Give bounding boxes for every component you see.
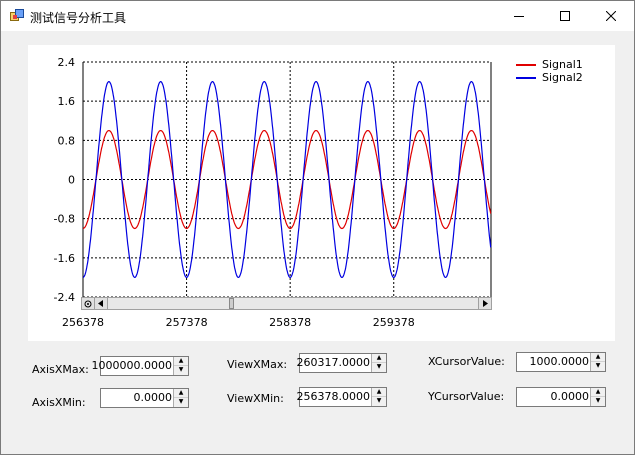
- spin-down-icon[interactable]: ▼: [372, 363, 386, 371]
- y-tick-label: 0.8: [58, 134, 76, 147]
- x-tick-label: 259378: [373, 316, 415, 329]
- y-cursor-value[interactable]: 0.0000: [551, 390, 590, 403]
- axis-xmax-value[interactable]: 1000000.0000: [92, 359, 172, 372]
- maximize-button[interactable]: [542, 1, 588, 31]
- scroll-right-button[interactable]: [478, 298, 491, 309]
- axis-xmin-input[interactable]: 0.0000 ▲ ▼: [100, 388, 189, 408]
- view-xmax-spinner[interactable]: ▲ ▼: [371, 354, 386, 372]
- y-tick-label: 2.4: [58, 56, 76, 69]
- legend-swatch-signal2: [516, 76, 536, 79]
- axis-xmin-label: AxisXMin:: [32, 396, 86, 409]
- y-tick-label: -1.6: [54, 252, 75, 265]
- spin-down-icon[interactable]: ▼: [174, 366, 188, 374]
- y-cursor-label: YCursorValue:: [428, 390, 505, 403]
- main-window: 测试信号分析工具 2.4 1.6 0.8 0 -0.8 -1.6 -2.4 256378 257…: [0, 0, 635, 455]
- scroll-left-button[interactable]: [95, 298, 108, 309]
- x-cursor-value[interactable]: 1000.0000: [530, 355, 590, 368]
- minimize-button[interactable]: [496, 1, 542, 31]
- close-button[interactable]: [588, 1, 634, 31]
- x-axis-scrollbar[interactable]: [81, 297, 492, 310]
- axis-xmax-spinner[interactable]: ▲ ▼: [173, 357, 188, 375]
- y-cursor-spinner[interactable]: ▲ ▼: [590, 388, 605, 406]
- x-tick-label: 258378: [269, 316, 311, 329]
- chart-panel[interactable]: 2.4 1.6 0.8 0 -0.8 -1.6 -2.4 256378 257378 258378…: [28, 45, 615, 341]
- axis-xmin-value[interactable]: 0.0000: [134, 391, 173, 404]
- minimize-icon: [514, 16, 524, 17]
- window-title: 测试信号分析工具: [30, 11, 127, 25]
- y-tick-label: -2.4: [54, 291, 75, 304]
- maximize-icon: [560, 11, 570, 21]
- spin-down-icon[interactable]: ▼: [591, 362, 605, 370]
- view-xmax-value[interactable]: 260317.0000: [297, 356, 370, 369]
- spin-up-icon[interactable]: ▲: [591, 388, 605, 397]
- x-tick-label: 257378: [166, 316, 208, 329]
- spin-down-icon[interactable]: ▼: [174, 398, 188, 406]
- axis-xmax-label: AxisXMax:: [32, 363, 89, 376]
- legend-swatch-signal1: [516, 63, 536, 66]
- y-cursor-input[interactable]: 0.0000 ▲ ▼: [516, 387, 606, 407]
- legend-label-signal2: Signal2: [542, 71, 583, 84]
- app-icon: [10, 9, 24, 21]
- axis-xmax-input[interactable]: 1000000.0000 ▲ ▼: [92, 356, 189, 376]
- spin-down-icon[interactable]: ▼: [372, 397, 386, 405]
- view-xmax-input[interactable]: 260317.0000 ▲ ▼: [297, 353, 387, 373]
- scroll-thumb[interactable]: [229, 298, 234, 309]
- x-tick-label: 256378: [62, 316, 104, 329]
- arrow-left-icon: [98, 300, 103, 307]
- x-cursor-spinner[interactable]: ▲ ▼: [590, 353, 605, 371]
- view-xmin-input[interactable]: 256378.0000 ▲ ▼: [297, 387, 387, 407]
- legend-label-signal1: Signal1: [542, 58, 583, 71]
- close-icon: [606, 11, 616, 21]
- x-cursor-input[interactable]: 1000.0000 ▲ ▼: [516, 352, 606, 372]
- view-xmin-spinner[interactable]: ▲ ▼: [371, 388, 386, 406]
- legend-item-signal1: Signal1: [516, 58, 583, 71]
- x-cursor-label: XCursorValue:: [428, 355, 505, 368]
- legend-item-signal2: Signal2: [516, 71, 583, 84]
- spin-up-icon[interactable]: ▲: [174, 389, 188, 398]
- zoom-reset-button[interactable]: [82, 298, 95, 309]
- view-xmin-label: ViewXMin:: [227, 392, 284, 405]
- spin-up-icon[interactable]: ▲: [174, 357, 188, 366]
- zoom-reset-icon: [84, 300, 92, 307]
- arrow-right-icon: [483, 300, 488, 307]
- spin-down-icon[interactable]: ▼: [591, 397, 605, 405]
- y-tick-label: -0.8: [54, 213, 75, 226]
- spin-up-icon[interactable]: ▲: [591, 353, 605, 362]
- title-bar[interactable]: 测试信号分析工具: [1, 1, 634, 31]
- axis-xmin-spinner[interactable]: ▲ ▼: [173, 389, 188, 407]
- view-xmax-label: ViewXMax:: [227, 358, 288, 371]
- y-tick-label: 0: [68, 174, 75, 187]
- view-xmin-value[interactable]: 256378.0000: [297, 390, 370, 403]
- chart-legend: Signal1 Signal2: [516, 58, 583, 84]
- y-tick-label: 1.6: [58, 95, 76, 108]
- spin-up-icon[interactable]: ▲: [372, 388, 386, 397]
- spin-up-icon[interactable]: ▲: [372, 354, 386, 363]
